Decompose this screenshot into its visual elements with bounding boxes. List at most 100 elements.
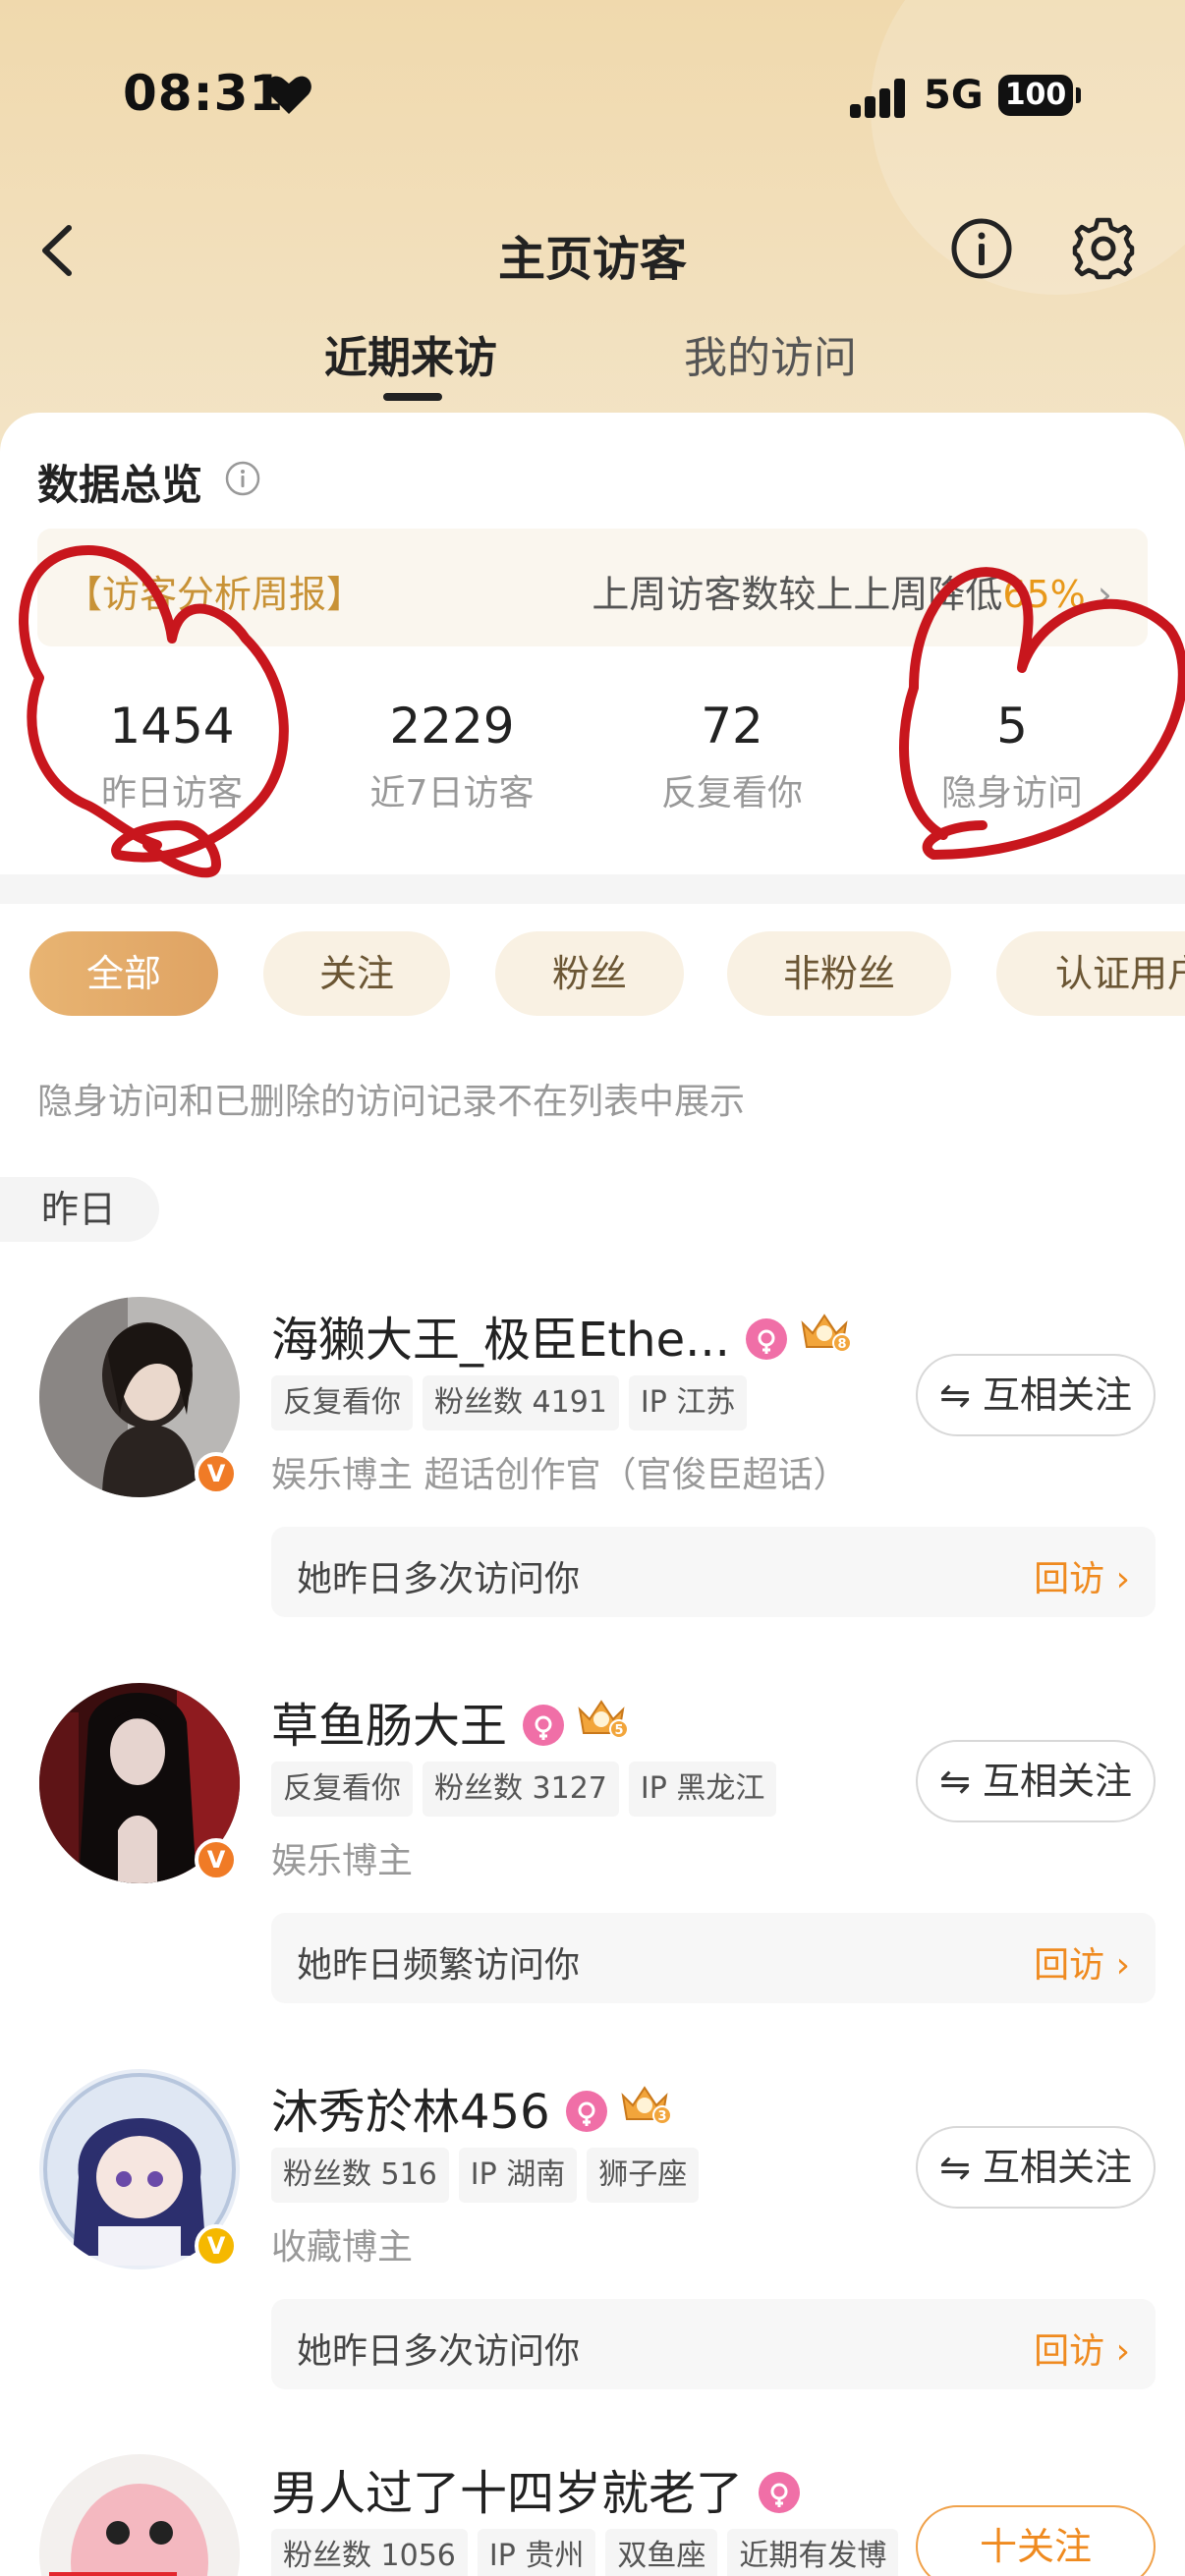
svg-text:5: 5 bbox=[614, 1723, 623, 1738]
weekly-report-banner[interactable]: 【访客分析周报】 上周访客数较上上周降低65% › bbox=[37, 529, 1148, 646]
info-icon[interactable] bbox=[224, 460, 261, 497]
app-root: 08:31 5G 100 主页访客 近期来访 我的访问 数据总览 【访客分析周报… bbox=[0, 0, 1185, 2576]
tag: IP 江苏 bbox=[628, 1375, 748, 1430]
chevron-right-icon: › bbox=[1097, 573, 1112, 616]
back-arrow-icon[interactable] bbox=[28, 216, 96, 285]
nav-bar: 主页访客 bbox=[0, 196, 1185, 305]
visitor-name-text: 海獭大王_极臣Ethe... bbox=[271, 1313, 730, 1368]
visitor-item[interactable]: V 草鱼肠大王 5 反复看你 粉丝数 3127 IP 黑龙江 娱乐博主 ⇋ 互相关注 … bbox=[0, 1683, 1185, 2066]
crown-level-icon: 8 bbox=[797, 1308, 852, 1367]
report-percentage: 65% bbox=[1002, 573, 1086, 616]
tag: 粉丝数 516 bbox=[271, 2148, 449, 2203]
visit-note-text: 她昨日频繁访问你 bbox=[297, 1945, 581, 1986]
stat-repeat-visitors[interactable]: 72 反复看你 bbox=[594, 698, 870, 815]
verified-badge-icon: V bbox=[195, 1452, 238, 1495]
signal-icon bbox=[850, 77, 909, 118]
svg-text:3: 3 bbox=[657, 2109, 666, 2124]
filter-chip-non-fans[interactable]: 非粉丝 bbox=[727, 931, 951, 1016]
stat-yesterday-visitors[interactable]: 1454 昨日访客 bbox=[34, 698, 310, 815]
tab-bar: 近期来访 我的访问 bbox=[0, 314, 1185, 413]
stats-row: 1454 昨日访客 2229 近7日访客 72 反复看你 5 隐身访问 bbox=[0, 698, 1185, 845]
heart-icon bbox=[266, 76, 311, 114]
visitor-name[interactable]: 海獭大王_极臣Ethe... 8 bbox=[271, 1301, 852, 1372]
visit-back-link[interactable]: 回访 › bbox=[1034, 1550, 1130, 1601]
visitor-name[interactable]: 男人过了十四岁就老了 bbox=[271, 2454, 801, 2523]
section-divider bbox=[0, 874, 1185, 904]
tab-recent-visits[interactable]: 近期来访 bbox=[324, 322, 497, 385]
visitor-tags: 反复看你 粉丝数 3127 IP 黑龙江 bbox=[271, 1762, 786, 1817]
tag: 粉丝数 3127 bbox=[423, 1762, 619, 1817]
stat-label: 昨日访客 bbox=[100, 773, 243, 813]
mutual-follow-button[interactable]: ⇋ 互相关注 bbox=[916, 1354, 1156, 1436]
visitor-description: 娱乐博主 超话创作官（官俊臣超话） bbox=[271, 1455, 849, 1495]
visit-back-link[interactable]: 回访 › bbox=[1034, 1936, 1130, 1988]
stat-7day-visitors[interactable]: 2229 近7日访客 bbox=[314, 698, 590, 815]
verified-badge-icon: V bbox=[195, 2224, 238, 2268]
list-hint: 隐身访问和已删除的访问记录不在列表中展示 bbox=[37, 1082, 746, 1122]
tag: IP 湖南 bbox=[458, 2148, 578, 2203]
visitor-name-text: 男人过了十四岁就老了 bbox=[271, 2466, 744, 2521]
visitor-name[interactable]: 沐秀於林456 3 bbox=[271, 2073, 672, 2145]
date-group-label: 昨日 bbox=[0, 1177, 159, 1242]
visit-note-text: 她昨日多次访问你 bbox=[297, 1559, 581, 1599]
visitor-description: 收藏博主 bbox=[271, 2227, 414, 2268]
tag: 粉丝数 1056 bbox=[271, 2529, 468, 2576]
tag: 粉丝数 4191 bbox=[423, 1375, 619, 1430]
filter-chip-fans[interactable]: 粉丝 bbox=[495, 931, 684, 1016]
main-card: 数据总览 【访客分析周报】 上周访客数较上上周降低65% › 1454 昨日访客 … bbox=[0, 413, 1185, 2576]
stat-value: 2229 bbox=[389, 698, 515, 755]
tag: 双鱼座 bbox=[605, 2529, 718, 2576]
visit-back-link[interactable]: 回访 › bbox=[1034, 2323, 1130, 2374]
filter-chip-following[interactable]: 关注 bbox=[263, 931, 450, 1016]
crown-level-icon: 5 bbox=[574, 1694, 630, 1753]
tag: 近期有发博 bbox=[727, 2529, 899, 2576]
network-type: 5G bbox=[924, 73, 984, 118]
visit-note[interactable]: 她昨日频繁访问你 回访 › bbox=[271, 1913, 1156, 2003]
battery-level: 100 bbox=[1004, 78, 1067, 112]
visitor-name-text: 草鱼肠大王 bbox=[271, 1699, 508, 1754]
visit-note[interactable]: 她昨日多次访问你 回访 › bbox=[271, 2299, 1156, 2389]
tag: 反复看你 bbox=[271, 1375, 413, 1430]
female-icon bbox=[523, 1705, 565, 1746]
avatar[interactable] bbox=[39, 2454, 240, 2576]
filter-chip-all[interactable]: 全部 bbox=[29, 931, 218, 1016]
battery-icon: 100 bbox=[998, 75, 1081, 116]
report-summary-text: 上周访客数较上上周降低 bbox=[592, 573, 1003, 616]
visitor-tags: 反复看你 粉丝数 4191 IP 江苏 bbox=[271, 1375, 757, 1430]
filter-chip-verified[interactable]: 认证用户 bbox=[996, 931, 1185, 1016]
visitor-description: 娱乐博主 bbox=[271, 1841, 414, 1881]
visit-note[interactable]: 她昨日多次访问你 回访 › bbox=[271, 1527, 1156, 1617]
tag: 反复看你 bbox=[271, 1762, 413, 1817]
stat-value: 1454 bbox=[109, 698, 235, 755]
tag: IP 黑龙江 bbox=[628, 1762, 777, 1817]
female-icon bbox=[745, 1318, 787, 1360]
visitor-item[interactable]: V 海獭大王_极臣Ethe... 8 反复看你 粉丝数 4191 IP 江苏 娱乐博主… bbox=[0, 1297, 1185, 1680]
overview-title: 数据总览 bbox=[37, 461, 203, 509]
gear-icon[interactable] bbox=[1071, 216, 1136, 281]
visitor-name[interactable]: 草鱼肠大王 5 bbox=[271, 1687, 630, 1759]
female-icon bbox=[565, 2091, 607, 2132]
tag: 狮子座 bbox=[587, 2148, 700, 2203]
stat-label: 近7日访客 bbox=[369, 773, 535, 813]
report-summary: 上周访客数较上上周降低65% › bbox=[592, 564, 1112, 618]
visitor-item[interactable]: 收到 男人过了十四岁就老了 粉丝数 1056IP 贵州双鱼座近期有发博 十关注 bbox=[0, 2454, 1185, 2576]
visitor-tags: 粉丝数 1056 IP 贵州 双鱼座 近期有发博 bbox=[271, 2529, 908, 2576]
stat-value: 72 bbox=[701, 698, 763, 755]
info-icon[interactable] bbox=[949, 216, 1014, 281]
visit-note-text: 她昨日多次访问你 bbox=[297, 2331, 581, 2372]
tab-my-visits[interactable]: 我的访问 bbox=[684, 322, 857, 385]
stat-label: 反复看你 bbox=[660, 773, 803, 813]
tag: IP 贵州 bbox=[477, 2529, 596, 2576]
mutual-follow-button[interactable]: ⇋ 互相关注 bbox=[916, 2126, 1156, 2209]
follow-button[interactable]: 十关注 bbox=[916, 2505, 1156, 2576]
mutual-follow-button[interactable]: ⇋ 互相关注 bbox=[916, 1740, 1156, 1822]
stat-value: 5 bbox=[996, 698, 1028, 755]
visitor-item[interactable]: V 沐秀於林456 3 粉丝数 516 IP 湖南 狮子座 收藏博主 ⇋ 互相关注 她… bbox=[0, 2069, 1185, 2452]
report-title: 【访客分析周报】 bbox=[65, 573, 365, 616]
status-time: 08:31 bbox=[123, 65, 285, 122]
stat-label: 隐身访问 bbox=[940, 773, 1083, 813]
female-icon bbox=[759, 2472, 801, 2513]
filter-chips: 全部 关注 粉丝 非粉丝 认证用户 bbox=[0, 931, 1185, 1020]
crown-level-icon: 3 bbox=[617, 2080, 672, 2139]
stat-hidden-visits[interactable]: 5 隐身访问 bbox=[875, 698, 1150, 815]
